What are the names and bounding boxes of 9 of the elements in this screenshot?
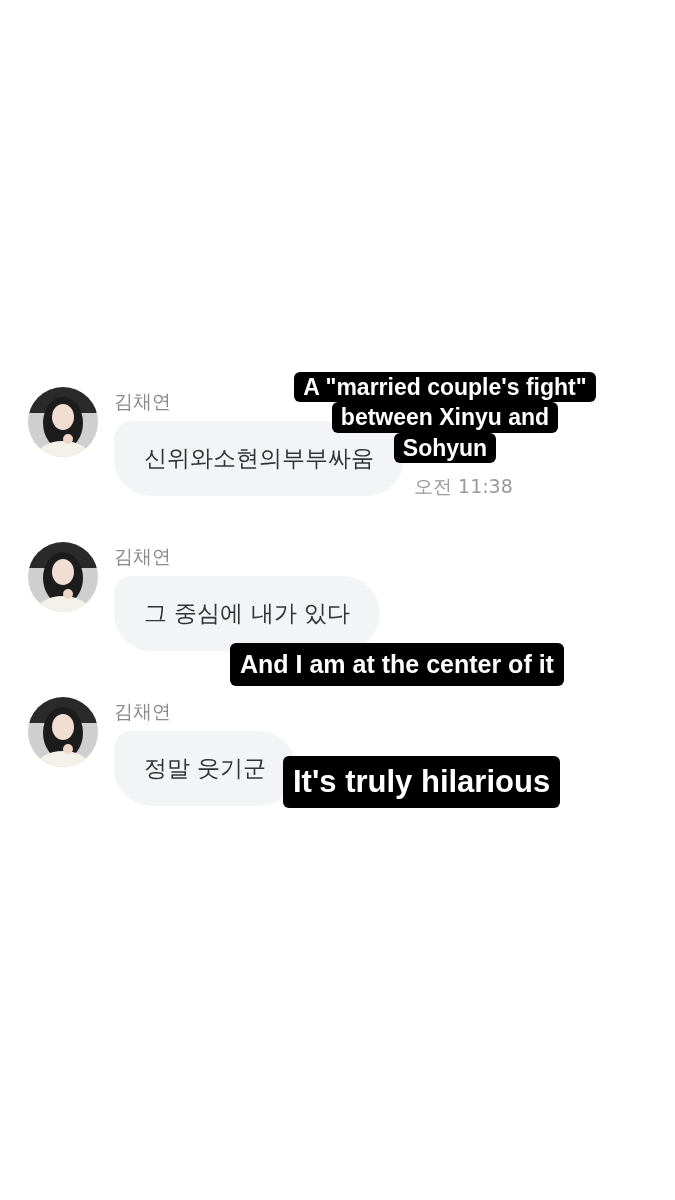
sender-name: 김채연 [114,544,171,569]
sender-name: 김채연 [114,699,171,724]
caption: Sohyun [393,432,497,464]
timestamp: 오전 11:38 [414,474,513,499]
caption: A "married couple's fight" [294,372,596,403]
caption: And I am at the center of it [230,643,564,686]
sender-name: 김채연 [114,389,171,414]
caption: It's truly hilarious [283,756,561,808]
message-bubble: 그 중심에 내가 있다 [114,576,380,651]
